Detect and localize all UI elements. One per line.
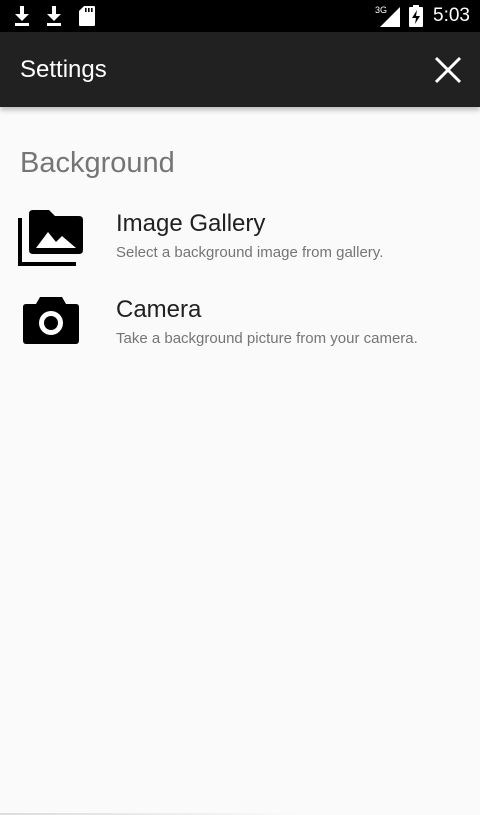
close-icon — [434, 56, 462, 84]
sd-card-icon — [78, 5, 96, 32]
photo-library-icon — [18, 208, 86, 271]
section-header-background: Background — [20, 147, 175, 179]
status-time: 5:03 — [433, 5, 470, 26]
camera-summary: Take a background picture from your came… — [116, 330, 418, 347]
signal-3g-icon: 3G — [374, 4, 402, 33]
download-icon — [44, 5, 64, 32]
svg-text:3G: 3G — [375, 5, 387, 15]
image-gallery-title: Image Gallery — [116, 210, 266, 237]
battery-charging-icon — [408, 4, 424, 33]
camera-icon — [22, 294, 80, 351]
image-gallery-option[interactable]: Image Gallery Select a background image … — [0, 200, 480, 278]
close-button[interactable] — [430, 52, 466, 88]
page-title: Settings — [20, 56, 107, 83]
image-gallery-summary: Select a background image from gallery. — [116, 244, 384, 261]
status-bar: 3G 5:03 — [0, 0, 480, 32]
camera-title: Camera — [116, 296, 202, 323]
camera-option[interactable]: Camera Take a background picture from yo… — [0, 286, 480, 364]
toolbar: Settings — [0, 32, 480, 107]
download-icon — [12, 5, 32, 32]
